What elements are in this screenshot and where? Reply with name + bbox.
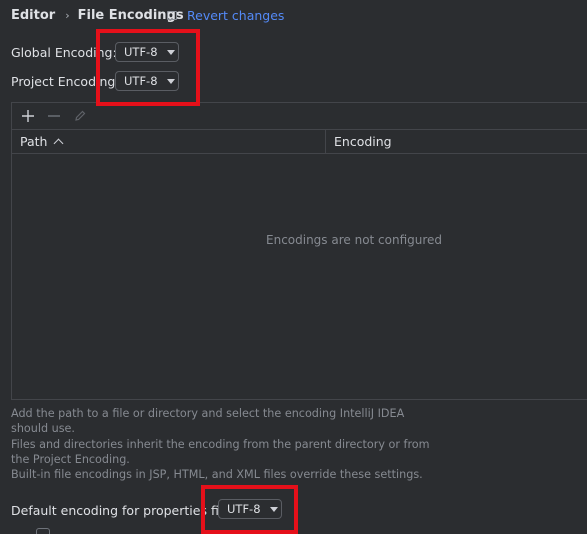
breadcrumb-editor[interactable]: Editor xyxy=(11,8,55,23)
highlight-box-properties xyxy=(201,485,298,534)
edit-button[interactable] xyxy=(69,106,91,126)
table-toolbar xyxy=(12,103,587,130)
sort-ascending-icon xyxy=(54,138,64,149)
revert-changes-label: Revert changes xyxy=(187,7,285,23)
file-encodings-settings: Editor › File Encodings Revert changes G… xyxy=(0,0,587,534)
breadcrumb: Editor › File Encodings xyxy=(11,6,184,24)
remove-button[interactable] xyxy=(43,106,65,126)
empty-table-text: Encodings are not configured xyxy=(266,233,443,247)
column-header-encoding[interactable]: Encoding xyxy=(326,130,587,153)
chevron-right-icon: › xyxy=(65,8,70,22)
help-text: Add the path to a file or directory and … xyxy=(11,406,431,482)
help-line-1: Add the path to a file or directory and … xyxy=(11,407,405,436)
column-header-path[interactable]: Path xyxy=(12,130,326,153)
transparent-native-to-ascii-checkbox[interactable] xyxy=(36,528,50,534)
help-line-3: Built-in file encodings in JSP, HTML, an… xyxy=(11,468,423,482)
add-button[interactable] xyxy=(17,106,39,126)
column-path-label: Path xyxy=(20,134,48,149)
help-line-2: Files and directories inherit the encodi… xyxy=(11,437,430,466)
column-encoding-label: Encoding xyxy=(334,134,392,149)
pencil-icon xyxy=(75,110,86,121)
encodings-table-panel: Path Encoding Encodings are not configur… xyxy=(11,102,587,400)
reset-icon xyxy=(167,10,177,20)
minus-icon xyxy=(48,115,60,117)
highlight-box-project-global xyxy=(96,29,200,106)
revert-changes-link[interactable]: Revert changes xyxy=(167,6,284,24)
table-header: Path Encoding xyxy=(12,130,587,154)
plus-icon xyxy=(22,110,34,122)
